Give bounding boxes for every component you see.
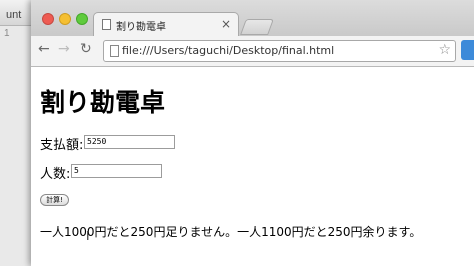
page-icon bbox=[102, 19, 111, 30]
calculate-button[interactable]: 計算! bbox=[40, 194, 69, 206]
forward-arrow-icon[interactable]: → bbox=[58, 41, 70, 57]
browser-toolbar: ← → ↻ file:///Users/taguchi/Desktop/fina… bbox=[31, 36, 474, 67]
address-url[interactable]: file:///Users/taguchi/Desktop/final.html bbox=[122, 44, 334, 57]
page-icon bbox=[110, 45, 119, 57]
new-tab-button[interactable] bbox=[240, 19, 274, 35]
minimize-window-button[interactable] bbox=[59, 13, 71, 25]
amount-label: 支払額: bbox=[40, 138, 84, 153]
line-number: 1 bbox=[4, 28, 10, 39]
tab-title: 割り勘電卓 bbox=[116, 22, 166, 33]
back-arrow-icon[interactable]: ← bbox=[38, 41, 50, 57]
reload-icon[interactable]: ↻ bbox=[80, 41, 92, 57]
page-title: 割り勘電卓 bbox=[40, 88, 166, 117]
maximize-window-button[interactable] bbox=[76, 13, 88, 25]
amount-input[interactable]: 5250 bbox=[84, 135, 175, 149]
close-window-button[interactable] bbox=[42, 13, 54, 25]
text-cursor-icon: I bbox=[86, 229, 90, 243]
people-input[interactable]: 5 bbox=[71, 164, 162, 178]
tab-active[interactable]: 割り勘電卓 × bbox=[93, 12, 239, 38]
page-content: 割り勘電卓 支払額: 5250 人数: 5 計算! 一人1000円だと250円足… bbox=[31, 67, 474, 266]
people-label: 人数: bbox=[40, 167, 71, 182]
result-text: 一人1000円だと250円足りません。一人1100円だと250円余ります。 bbox=[40, 225, 422, 239]
close-tab-icon[interactable]: × bbox=[221, 17, 231, 31]
browser-window: 割り勘電卓 × ← → ↻ file:///Users/taguchi/Desk… bbox=[31, 0, 474, 266]
browser-titlebar: 割り勘電卓 × bbox=[31, 0, 474, 38]
star-icon[interactable]: ☆ bbox=[438, 42, 451, 58]
extension-icon[interactable] bbox=[461, 40, 474, 60]
address-bar[interactable]: file:///Users/taguchi/Desktop/final.html… bbox=[103, 40, 456, 62]
